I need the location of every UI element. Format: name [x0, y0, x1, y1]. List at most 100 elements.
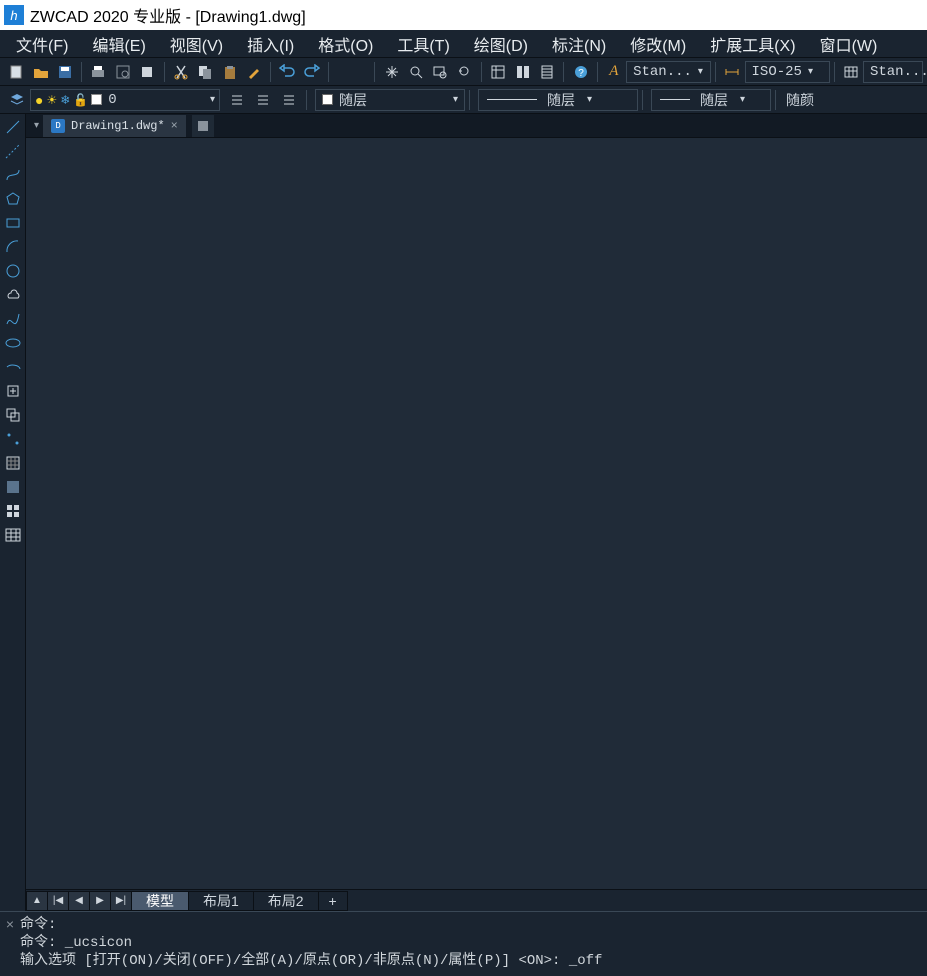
gradient-icon[interactable] — [2, 476, 24, 498]
menu-format[interactable]: 格式(O) — [306, 30, 385, 58]
circle-icon[interactable] — [2, 260, 24, 282]
menu-insert[interactable]: 插入(I) — [235, 30, 306, 58]
insert-block-icon[interactable] — [2, 380, 24, 402]
layout-prev-icon[interactable]: ◀ — [68, 891, 90, 911]
zoom-window-icon[interactable] — [429, 61, 451, 83]
chevron-down-icon: ▾ — [698, 66, 703, 78]
redo-icon[interactable] — [301, 61, 323, 83]
separator — [597, 62, 598, 82]
point-icon[interactable] — [2, 428, 24, 450]
new-tab-button[interactable] — [192, 115, 214, 137]
revcloud-icon[interactable] — [2, 284, 24, 306]
tool-palettes-icon[interactable] — [536, 61, 558, 83]
drawing-canvas[interactable] — [26, 138, 927, 889]
layer-manager-icon[interactable] — [5, 89, 29, 111]
separator — [481, 62, 482, 82]
dim-style-combo[interactable]: ISO-25 ▾ — [745, 61, 830, 83]
layer-color-swatch — [91, 94, 102, 105]
match-prop-icon[interactable] — [243, 61, 265, 83]
menu-modify[interactable]: 修改(M) — [618, 30, 698, 58]
undo-icon[interactable] — [276, 61, 298, 83]
layer-combo[interactable]: ● ☀ ❄ 🔓 0 ▾ — [30, 89, 220, 111]
layout-tab-model[interactable]: 模型 — [131, 891, 189, 911]
title-bar: h ZWCAD 2020 专业版 - [Drawing1.dwg] — [0, 0, 927, 30]
hatch-icon[interactable] — [2, 452, 24, 474]
color-swatch — [322, 94, 333, 105]
polygon-icon[interactable] — [2, 188, 24, 210]
layout-tab-1[interactable]: 布局1 — [188, 891, 254, 911]
linetype-combo[interactable]: 随层 ▾ — [478, 89, 638, 111]
menu-window[interactable]: 窗口(W) — [808, 30, 890, 58]
ellipse-arc-icon[interactable] — [2, 356, 24, 378]
help-icon[interactable]: ? — [569, 61, 591, 83]
cut-icon[interactable] — [170, 61, 192, 83]
text-style-combo[interactable]: Stan... ▾ — [626, 61, 711, 83]
menu-dimension[interactable]: 标注(N) — [540, 30, 618, 58]
make-block-icon[interactable] — [2, 404, 24, 426]
print-icon[interactable] — [87, 61, 109, 83]
layout-first-icon[interactable]: |◀ — [47, 891, 69, 911]
layout-next-icon[interactable]: ▶ — [89, 891, 111, 911]
document-tab[interactable]: D Drawing1.dwg* × — [43, 115, 186, 137]
menu-express[interactable]: 扩展工具(X) — [698, 30, 807, 58]
menu-draw[interactable]: 绘图(D) — [462, 30, 540, 58]
design-center-icon[interactable] — [511, 61, 533, 83]
layer-iso-icon[interactable] — [277, 89, 301, 111]
separator — [563, 62, 564, 82]
zoom-realtime-icon[interactable] — [405, 61, 427, 83]
separator — [469, 90, 470, 110]
chevron-down-icon: ▾ — [210, 94, 215, 105]
layout-last-icon[interactable]: ▶| — [110, 891, 132, 911]
layer-states-icon[interactable] — [251, 89, 275, 111]
chevron-down-icon: ▾ — [740, 94, 745, 105]
standard-toolbar: ? A Stan... ▾ ISO-25 ▾ Stan... ▾ — [0, 58, 927, 86]
table-icon[interactable] — [2, 524, 24, 546]
polyline-icon[interactable] — [2, 164, 24, 186]
region-icon[interactable] — [2, 500, 24, 522]
dim-style-value: ISO-25 — [752, 64, 802, 80]
zoom-previous-icon[interactable] — [454, 61, 476, 83]
pan-icon[interactable] — [380, 61, 402, 83]
ellipse-icon[interactable] — [2, 332, 24, 354]
copy-icon[interactable] — [194, 61, 216, 83]
color-combo[interactable]: 随层 ▾ — [315, 89, 465, 111]
print-preview-icon[interactable] — [112, 61, 134, 83]
dim-style-icon[interactable] — [721, 61, 743, 83]
arc-icon[interactable] — [2, 236, 24, 258]
menu-view[interactable]: 视图(V) — [158, 30, 235, 58]
menu-file[interactable]: 文件(F) — [4, 30, 80, 58]
publish-icon[interactable] — [136, 61, 158, 83]
line-icon[interactable] — [2, 116, 24, 138]
new-icon[interactable] — [5, 61, 27, 83]
separator — [715, 62, 716, 82]
linetype-value: 随层 — [547, 90, 575, 110]
lineweight-combo[interactable]: 随层 ▾ — [651, 89, 771, 111]
table-style-icon[interactable] — [840, 61, 862, 83]
table-style-combo[interactable]: Stan... ▾ — [863, 61, 923, 83]
layout-tab-2[interactable]: 布局2 — [253, 891, 319, 911]
paste-icon[interactable] — [218, 61, 240, 83]
rectangle-icon[interactable] — [2, 212, 24, 234]
separator — [164, 62, 165, 82]
save-icon[interactable] — [54, 61, 76, 83]
spline-icon[interactable] — [2, 308, 24, 330]
layer-freeze-icon: ❄ — [60, 93, 70, 107]
separator — [834, 62, 835, 82]
close-tab-icon[interactable]: × — [171, 119, 178, 133]
close-command-icon[interactable]: × — [0, 912, 20, 976]
properties-icon[interactable] — [487, 61, 509, 83]
tabs-dropdown-icon[interactable]: ▾ — [30, 120, 43, 131]
command-line: × 命令: 命令: _ucsicon 输入选项 [打开(ON)/关闭(OFF)/… — [0, 911, 927, 976]
layer-prev-icon[interactable] — [225, 89, 249, 111]
menu-tools[interactable]: 工具(T) — [385, 30, 461, 58]
open-icon[interactable] — [29, 61, 51, 83]
menu-edit[interactable]: 编辑(E) — [80, 30, 157, 58]
layout-up-icon[interactable]: ▲ — [26, 891, 48, 911]
layout-add-button[interactable]: + — [318, 891, 348, 911]
chevron-down-icon: ▾ — [453, 94, 458, 105]
text-style-icon[interactable]: A — [603, 61, 625, 83]
construction-line-icon[interactable] — [2, 140, 24, 162]
command-history[interactable]: 命令: 命令: _ucsicon 输入选项 [打开(ON)/关闭(OFF)/全部… — [20, 912, 927, 976]
menu-bar: 文件(F) 编辑(E) 视图(V) 插入(I) 格式(O) 工具(T) 绘图(D… — [0, 30, 927, 58]
separator — [642, 90, 643, 110]
